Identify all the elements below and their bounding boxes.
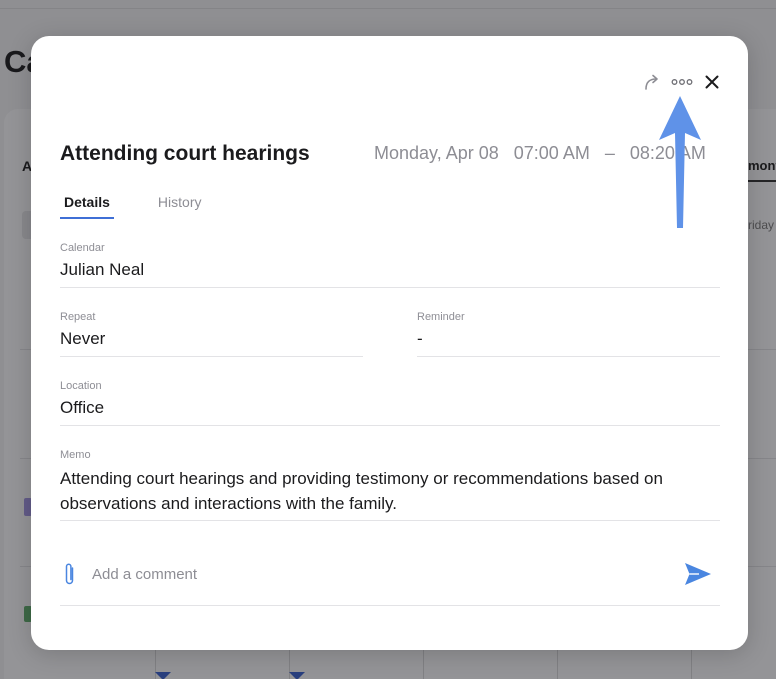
tab-details[interactable]: Details — [60, 194, 114, 219]
memo-value: Attending court hearings and providing t… — [60, 469, 663, 513]
repeat-field[interactable]: Repeat Never — [60, 311, 363, 357]
calendar-field[interactable]: Calendar Julian Neal — [60, 242, 720, 288]
repeat-value: Never — [60, 329, 106, 348]
modal-tabs: Details History — [60, 194, 245, 220]
location-value: Office — [60, 398, 105, 417]
close-icon — [705, 75, 719, 89]
location-label: Location — [60, 380, 102, 392]
more-options-button[interactable] — [667, 70, 697, 94]
event-date: Monday, Apr 08 — [374, 143, 499, 163]
close-button[interactable] — [697, 70, 727, 94]
comment-input[interactable] — [92, 562, 652, 586]
calendar-label: Calendar — [60, 242, 105, 254]
send-icon[interactable] — [683, 560, 713, 588]
more-dots-icon — [671, 79, 693, 85]
repeat-label: Repeat — [60, 311, 96, 323]
memo-field[interactable]: Memo Attending court hearings and provid… — [60, 449, 720, 521]
reminder-field[interactable]: Reminder - — [417, 311, 720, 357]
tab-history[interactable]: History — [154, 194, 206, 220]
calendar-value: Julian Neal — [60, 260, 145, 279]
time-separator: – — [604, 143, 615, 163]
event-datetime: Monday, Apr 08 07:00 AM – 08:20 AM — [374, 143, 716, 164]
reminder-label: Reminder — [417, 311, 465, 323]
forward-arrow-icon — [645, 74, 658, 90]
event-title: Attending court hearings — [60, 142, 310, 165]
location-field[interactable]: Location Office — [60, 380, 720, 426]
forward-button[interactable] — [637, 70, 667, 94]
modal-action-bar — [637, 70, 727, 94]
comment-row — [60, 558, 720, 606]
reminder-value: - — [417, 329, 423, 348]
event-details-modal: Attending court hearings Monday, Apr 08 … — [31, 36, 748, 650]
event-end-time: 08:20 AM — [629, 143, 706, 163]
paperclip-icon[interactable] — [63, 562, 77, 586]
memo-label: Memo — [60, 449, 91, 461]
event-start-time: 07:00 AM — [513, 143, 590, 163]
